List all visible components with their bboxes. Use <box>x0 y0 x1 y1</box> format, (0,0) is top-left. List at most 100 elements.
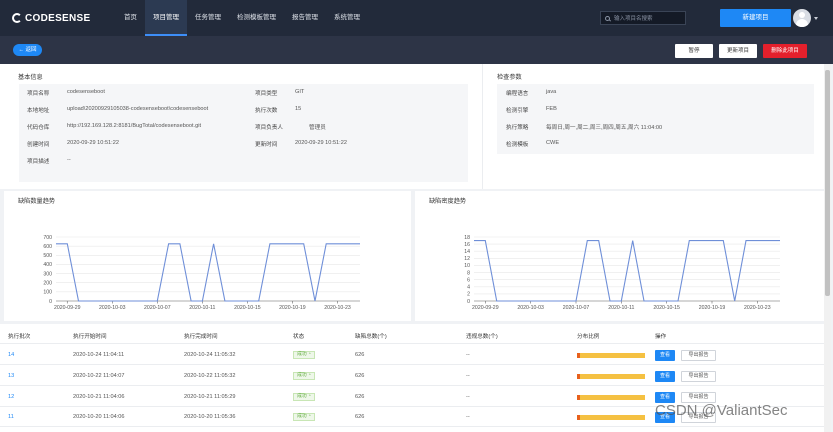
y-tick-label: 10 <box>464 263 470 269</box>
end-time: 2020-10-24 11:05:32 <box>184 352 236 358</box>
y-tick-label: 300 <box>43 271 52 277</box>
watermark: CSDN @ValiantSec <box>655 402 788 419</box>
distribution-bar <box>577 353 645 358</box>
x-tick-label: 2020-10-19 <box>699 305 726 311</box>
violation-count: -- <box>466 394 470 400</box>
status-badge: 成功 ◔ <box>293 372 315 380</box>
export-report-button[interactable]: 导出报告 <box>681 371 716 382</box>
delete-project-button[interactable]: 删除此项目 <box>763 44 807 58</box>
batch-link[interactable]: 12 <box>8 394 14 400</box>
new-project-button[interactable]: 新建项目 <box>720 9 791 27</box>
end-time: 2020-10-22 11:05:32 <box>184 373 236 379</box>
y-tick-label: 2 <box>467 292 470 298</box>
codesense-logo-icon <box>12 13 22 23</box>
y-tick-label: 18 <box>464 235 470 241</box>
end-time: 2020-10-21 11:05:29 <box>184 394 236 400</box>
row-divider <box>0 364 824 365</box>
x-tick-label: 2020-10-15 <box>653 305 680 311</box>
distribution-bar-critical <box>577 395 580 400</box>
search-icon <box>605 15 610 21</box>
x-tick-label: 2020-09-29 <box>54 305 81 311</box>
col-violations: 违规总数(个) <box>466 334 498 340</box>
back-button[interactable]: ← 返回 <box>13 44 42 56</box>
start-time: 2020-10-21 11:04:06 <box>73 394 125 400</box>
violation-count: -- <box>466 373 470 379</box>
series-line <box>56 243 360 302</box>
x-tick-label: 2020-10-15 <box>234 305 261 311</box>
basic-info-grid <box>19 84 468 182</box>
start-time: 2020-10-22 11:04:07 <box>73 373 125 379</box>
panel-divider <box>482 64 483 189</box>
nav-task-management[interactable]: 任务管理 <box>187 0 229 36</box>
violation-count: -- <box>466 414 470 420</box>
scrollbar-thumb[interactable] <box>825 70 830 296</box>
defect-count: 626 <box>355 394 365 400</box>
x-tick-label: 2020-10-07 <box>144 305 171 311</box>
col-batch: 执行批次 <box>8 334 31 340</box>
end-time: 2020-10-20 11:05:36 <box>184 414 236 420</box>
col-actions: 操作 <box>655 334 667 340</box>
header-divider <box>0 343 824 344</box>
start-time: 2020-10-20 11:04:06 <box>73 414 125 420</box>
nav-project-management[interactable]: 项目管理 <box>145 0 187 36</box>
y-tick-label: 0 <box>49 299 52 305</box>
brand-name: CODESENSE <box>25 12 91 24</box>
nav-system-management[interactable]: 系统管理 <box>326 0 368 36</box>
series-line <box>474 240 780 302</box>
nav-template-management[interactable]: 检测模板管理 <box>229 0 284 36</box>
y-tick-label: 6 <box>467 277 470 283</box>
col-end: 执行完成时间 <box>184 334 218 340</box>
pause-button[interactable]: 暂停 <box>675 44 713 58</box>
defect-count-chart: 0 100 200 300 400 500 600 700 2020-09-29 2020-10-… <box>43 235 360 311</box>
y-tick-label: 16 <box>464 242 470 248</box>
y-tick-label: 4 <box>467 285 470 291</box>
x-tick-label: 2020-10-23 <box>744 305 771 311</box>
action-bar: ← 返回 暂停 更新项目 删除此项目 <box>0 36 833 64</box>
defect-count-chart-panel: 缺陷数量趋势 0 100 200 300 400 500 600 700 2020-09-29 2… <box>4 191 411 321</box>
row-divider <box>0 426 824 427</box>
batch-link[interactable]: 14 <box>8 352 14 358</box>
status-badge: 成功 ◔ <box>293 351 315 359</box>
x-tick-label: 2020-10-03 <box>99 305 126 311</box>
x-tick-label: 2020-09-29 <box>472 305 499 311</box>
defect-count: 626 <box>355 414 365 420</box>
export-report-button[interactable]: 导出报告 <box>681 350 716 361</box>
chevron-down-icon[interactable] <box>814 17 818 20</box>
violation-count: -- <box>466 352 470 358</box>
batch-link[interactable]: 13 <box>8 373 14 379</box>
y-tick-label: 14 <box>464 249 470 255</box>
col-defects: 缺陷总数(个) <box>355 334 387 340</box>
defect-count: 626 <box>355 352 365 358</box>
y-tick-label: 400 <box>43 262 52 268</box>
check-params-title: 检查参数 <box>497 74 522 81</box>
y-tick-label: 100 <box>43 290 52 296</box>
distribution-bar-critical <box>577 353 580 358</box>
distribution-bar-critical <box>577 374 580 379</box>
x-tick-label: 2020-10-19 <box>279 305 306 311</box>
defect-density-chart: 024 681012141618 2020-09-29 2020-10-03 2020-… <box>464 235 780 311</box>
distribution-bar <box>577 374 645 379</box>
search-input[interactable]: 输入项目名搜索 <box>600 11 686 25</box>
status-badge: 成功 ◔ <box>293 413 315 421</box>
nav-report-management[interactable]: 报告管理 <box>284 0 326 36</box>
y-tick-label: 200 <box>43 281 52 287</box>
user-avatar[interactable] <box>793 9 811 27</box>
check-params-grid <box>497 84 814 154</box>
status-badge: 成功 ◔ <box>293 393 315 401</box>
x-tick-label: 2020-10-23 <box>324 305 351 311</box>
batch-link[interactable]: 11 <box>8 414 14 420</box>
col-start: 执行开始时间 <box>73 334 107 340</box>
update-project-button[interactable]: 更新项目 <box>719 44 757 58</box>
view-button[interactable]: 查看 <box>655 350 675 361</box>
search-placeholder: 输入项目名搜索 <box>614 16 653 22</box>
y-tick-label: 600 <box>43 244 52 250</box>
x-tick-label: 2020-10-11 <box>608 305 634 311</box>
distribution-bar-critical <box>577 415 580 420</box>
view-button[interactable]: 查看 <box>655 371 675 382</box>
top-navbar: CODESENSE 首页 项目管理 任务管理 检测模板管理 报告管理 系统管理 <box>0 0 833 36</box>
x-tick-label: 2020-10-03 <box>517 305 544 311</box>
info-panel: 基本信息 项目名称 codesenseboot 本地地址 upload\2020… <box>0 64 824 189</box>
brand-logo[interactable]: CODESENSE <box>12 13 116 24</box>
nav-home[interactable]: 首页 <box>116 0 145 36</box>
defect-count: 626 <box>355 373 365 379</box>
